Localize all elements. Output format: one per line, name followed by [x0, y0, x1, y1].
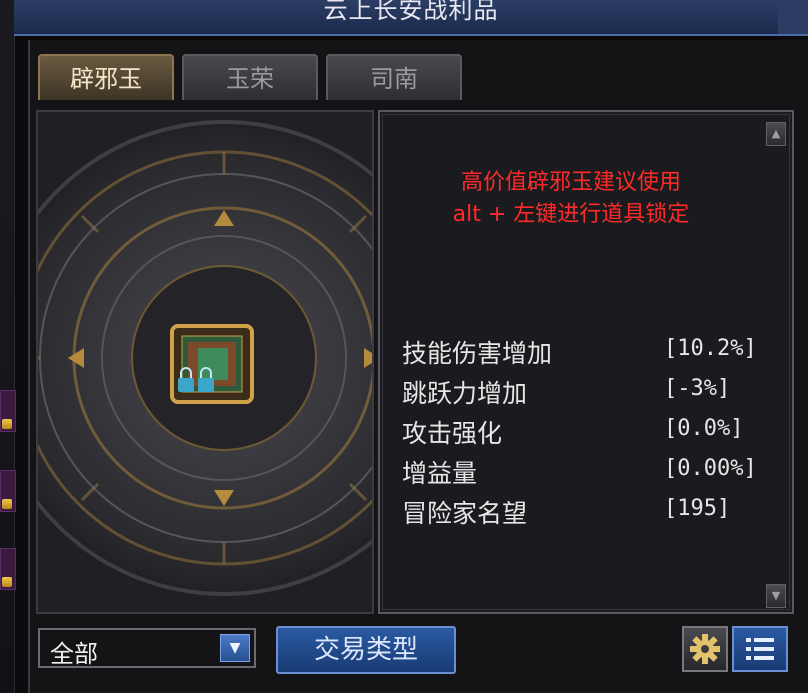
- window-title: 云上长安战利品: [323, 0, 499, 24]
- stat-value: [10.2%]: [664, 336, 757, 361]
- tab-sinan[interactable]: 司南: [326, 54, 462, 100]
- chevron-down-icon[interactable]: ▼: [220, 634, 250, 662]
- scroll-up-icon[interactable]: ▲: [766, 122, 786, 146]
- stat-name: 增益量: [402, 459, 478, 488]
- stat-value: [0.00%]: [664, 456, 757, 481]
- item-slot[interactable]: [0, 390, 16, 432]
- titlebar-corner: [778, 0, 808, 34]
- settings-button[interactable]: [682, 626, 728, 672]
- lock-icon: [2, 499, 12, 509]
- category-filter-dropdown[interactable]: 全部 ▼: [38, 628, 256, 668]
- stat-name: 攻击强化: [402, 419, 503, 448]
- list-icon: [746, 638, 774, 660]
- stat-value: [0.0%]: [664, 416, 744, 441]
- trade-type-button[interactable]: 交易类型: [276, 626, 456, 674]
- stat-name: 冒险家名望: [402, 499, 528, 528]
- jade-disc-artwork: [38, 112, 372, 612]
- lock-icon: [2, 577, 12, 587]
- tab-yurong[interactable]: 玉荣: [182, 54, 318, 100]
- stat-value: [195]: [664, 496, 731, 521]
- lock-warning-line2: alt + 左键进行道具锁定: [452, 202, 690, 227]
- list-view-button[interactable]: [732, 626, 788, 672]
- stat-name: 跳跃力增加: [402, 379, 528, 408]
- lock-warning-line1: 高价值辟邪玉建议使用: [460, 170, 681, 195]
- background-window-strip: [0, 0, 16, 693]
- lock-icon: [2, 419, 12, 429]
- item-slot[interactable]: [0, 470, 16, 512]
- tab-bixieyu[interactable]: 辟邪玉: [38, 54, 174, 100]
- gear-icon: [690, 634, 720, 664]
- stat-value: [-3%]: [664, 376, 731, 401]
- dropdown-selected-value: 全部: [50, 640, 98, 668]
- attribute-info-panel: 高价值辟邪玉建议使用 alt + 左键进行道具锁定 技能伤害增加 [10.2%]…: [378, 110, 794, 614]
- info-scrollbar[interactable]: ▲ ▼: [766, 122, 786, 608]
- stat-name: 技能伤害增加: [402, 339, 553, 368]
- scroll-down-icon[interactable]: ▼: [766, 584, 786, 608]
- window-titlebar[interactable]: 云上长安战利品: [14, 0, 808, 36]
- jade-disc-panel: [36, 110, 374, 614]
- item-slot[interactable]: [0, 548, 16, 590]
